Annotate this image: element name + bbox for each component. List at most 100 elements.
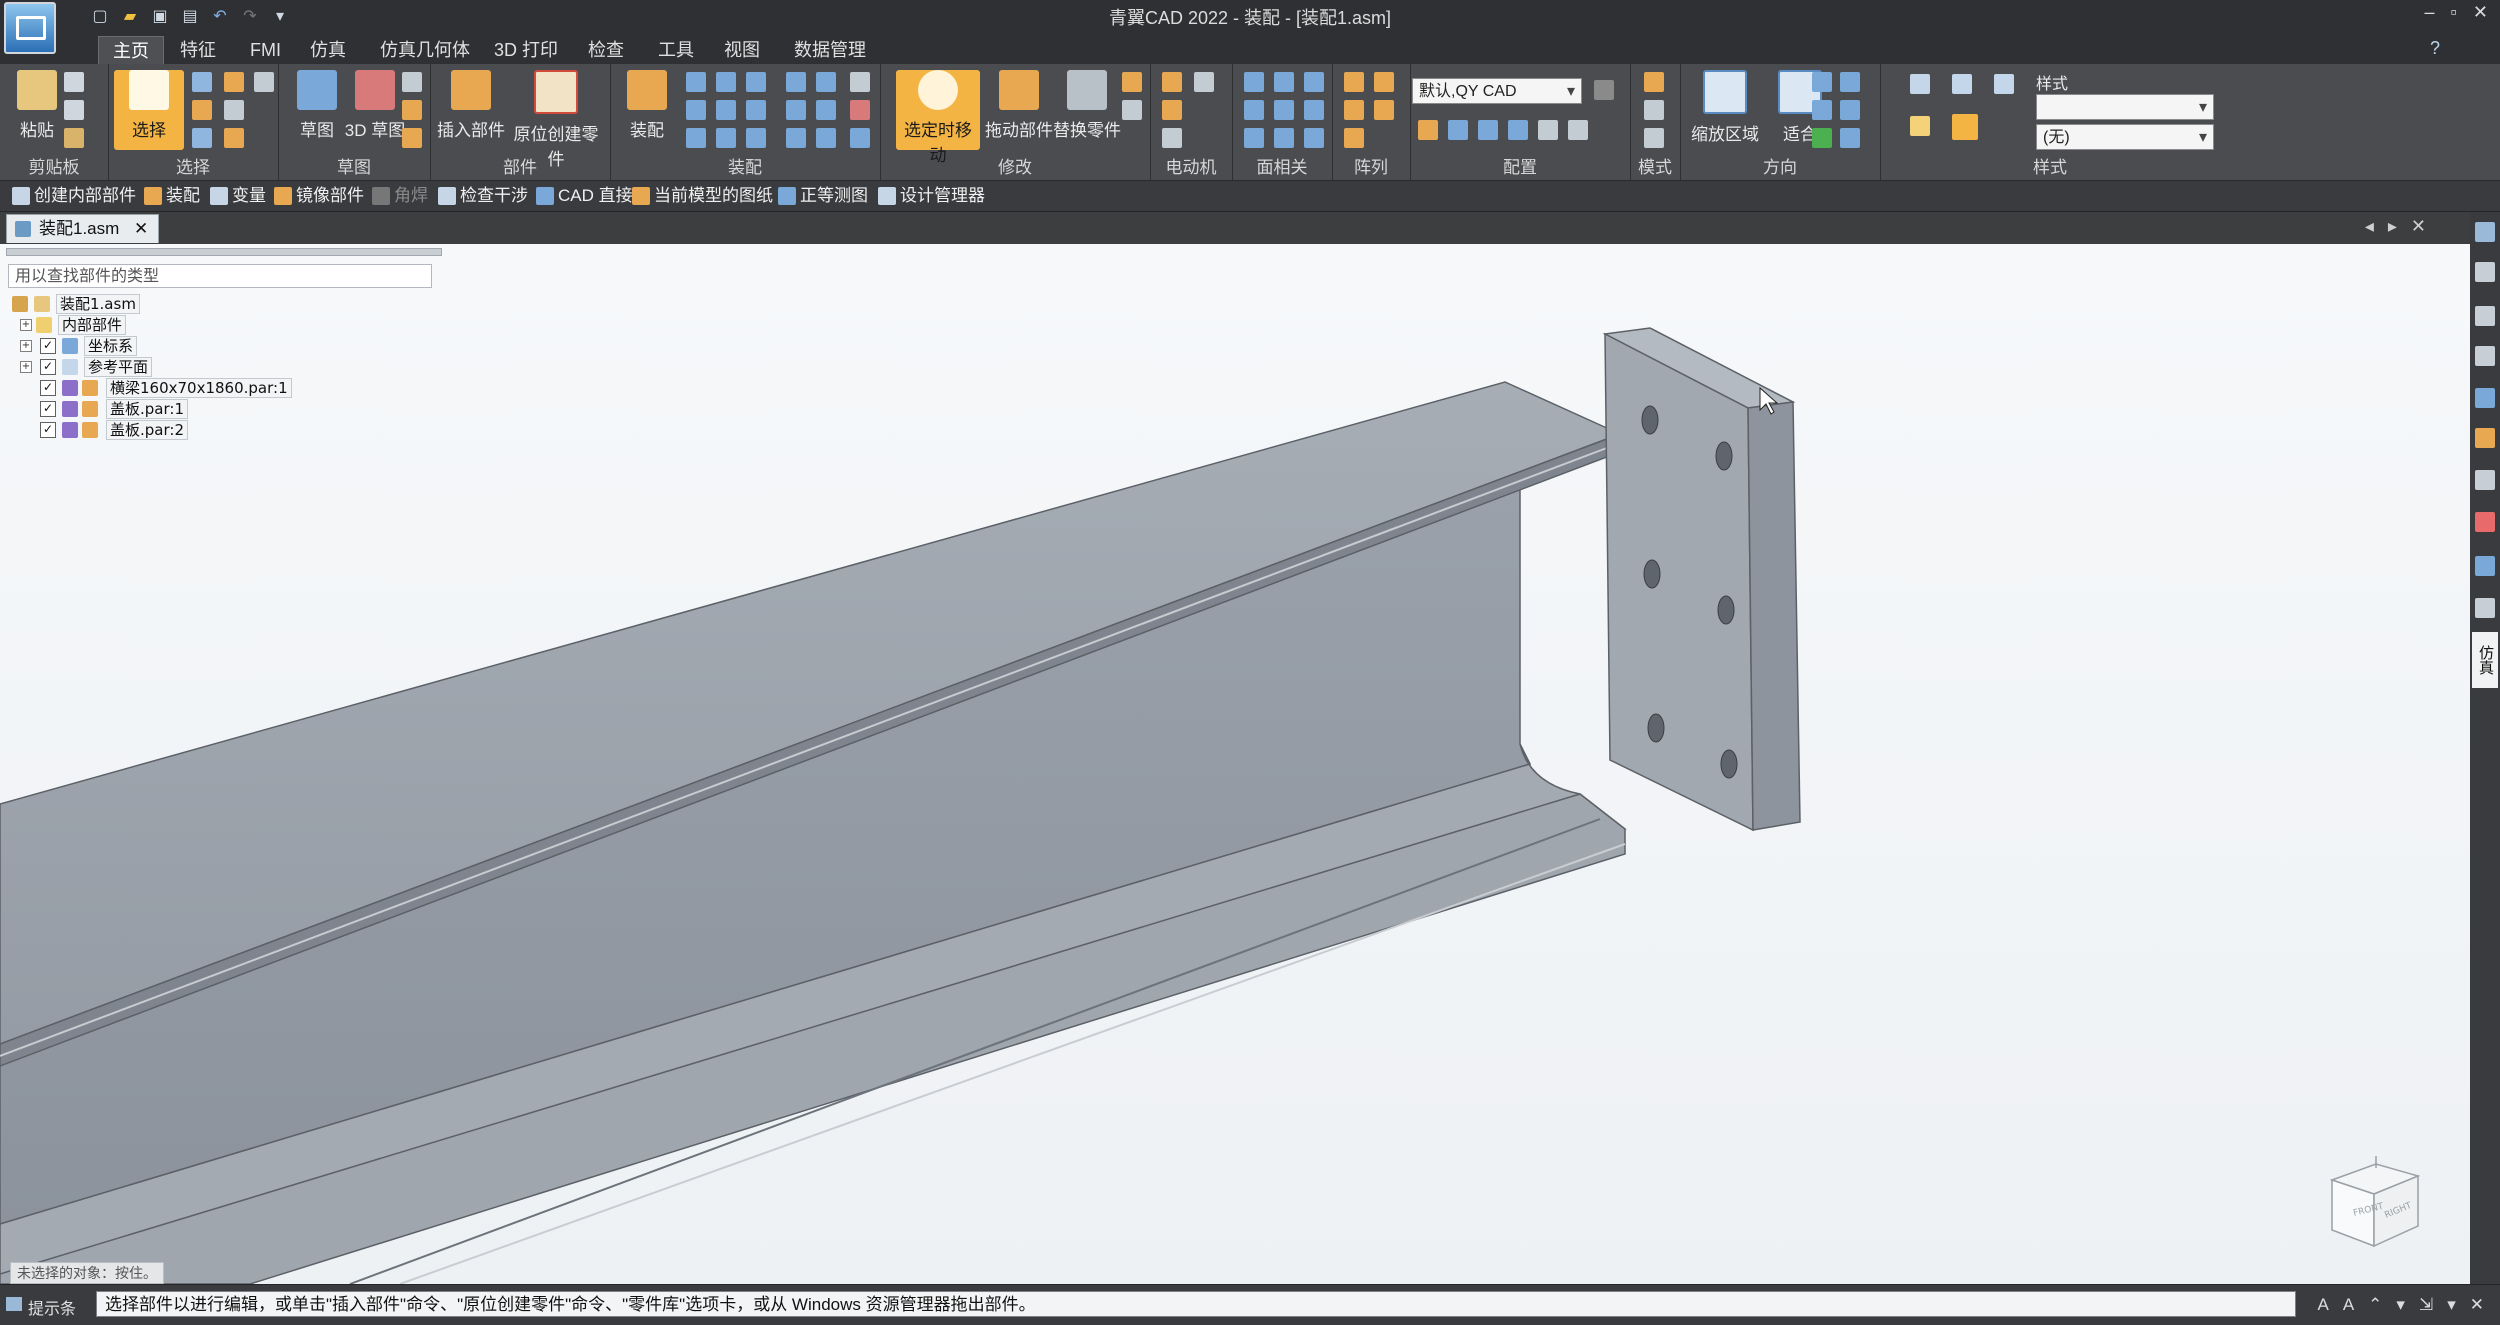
insert-icon[interactable] <box>746 72 766 92</box>
sensor-icon[interactable] <box>2475 346 2495 366</box>
cut-icon[interactable] <box>64 72 84 92</box>
help-icon[interactable]: ? <box>2430 38 2440 59</box>
select-button[interactable]: 选择 <box>114 70 184 150</box>
zoom-select-icon[interactable] <box>254 72 274 92</box>
cmd-mirror-parts[interactable]: 镜像部件 <box>272 185 364 207</box>
view-previous-icon[interactable] <box>1840 128 1860 148</box>
face-style-combo[interactable]: (无) <box>2036 124 2214 151</box>
cmd-assembly[interactable]: 装配 <box>142 185 200 207</box>
tab-fmi[interactable]: FMI <box>236 36 295 64</box>
cmd-design-manager[interactable]: 设计管理器 <box>876 185 985 207</box>
select-filter-icon[interactable] <box>192 100 212 120</box>
tab-data-management[interactable]: 数据管理 <box>780 36 880 64</box>
image-icon[interactable] <box>2475 428 2495 448</box>
view-trimetric-icon[interactable] <box>1994 74 2014 94</box>
relation-grid-icon[interactable] <box>850 72 870 92</box>
face-offset-icon[interactable] <box>1304 72 1324 92</box>
sketch-edit-icon[interactable] <box>402 128 422 148</box>
tab-simulation[interactable]: 仿真 <box>296 36 360 64</box>
align-icon[interactable] <box>716 72 736 92</box>
move-selected-button[interactable]: 选定时移动 <box>896 70 980 165</box>
dock-icon[interactable]: ⇲ <box>2419 1295 2433 1315</box>
view-dimetric-icon[interactable] <box>1952 74 1972 94</box>
style-combo[interactable] <box>2036 94 2214 121</box>
cmd-create-internal[interactable]: 创建内部部件 <box>10 185 136 207</box>
pathfinder-drag-handle[interactable] <box>6 248 442 256</box>
cmd-model-drawing[interactable]: 当前模型的图纸 <box>630 185 773 207</box>
cmd-variables[interactable]: 变量 <box>208 185 266 207</box>
pan-icon[interactable] <box>1840 72 1860 92</box>
insert-part-button[interactable]: 插入部件 <box>436 70 506 150</box>
angle-icon[interactable] <box>816 72 836 92</box>
tab-tools[interactable]: 工具 <box>644 36 708 64</box>
zoom-area-button[interactable]: 缩放区域 <box>1684 70 1766 150</box>
planar-align-icon[interactable] <box>686 100 706 120</box>
config-hide-icon[interactable] <box>1448 120 1468 140</box>
tree-item[interactable]: + ✓ 坐标系 <box>12 336 412 356</box>
visibility-checkbox[interactable]: ✓ <box>40 338 56 354</box>
mode-edit-icon[interactable] <box>1644 100 1664 120</box>
connect-icon[interactable] <box>786 72 806 92</box>
tab-view[interactable]: 视图 <box>710 36 774 64</box>
font-increase-icon[interactable]: A <box>2317 1295 2328 1315</box>
face-replace-icon[interactable] <box>1304 128 1324 148</box>
view-iso-icon[interactable] <box>1910 74 1930 94</box>
create-in-place-button[interactable]: 原位创建零件 <box>506 70 606 169</box>
motor-icon[interactable] <box>1162 72 1182 92</box>
sketch-link-icon[interactable] <box>402 100 422 120</box>
axial-align-icon[interactable] <box>716 100 736 120</box>
mode-sketch-icon[interactable] <box>1644 128 1664 148</box>
expand-icon[interactable]: ▾ <box>2396 1295 2405 1315</box>
view-cube[interactable]: FRONT RIGHT <box>2324 1152 2424 1252</box>
config-display-icon[interactable] <box>1508 120 1528 140</box>
config-activate-icon[interactable] <box>1478 120 1498 140</box>
close-prompt-icon[interactable]: ✕ <box>2470 1295 2484 1315</box>
face-rotate-icon[interactable] <box>1274 72 1294 92</box>
layers-icon[interactable] <box>2475 262 2495 282</box>
cam-icon[interactable] <box>786 100 806 120</box>
zoom-icon[interactable] <box>1812 72 1832 92</box>
select-all-icon[interactable] <box>224 128 244 148</box>
match-cs-icon[interactable] <box>850 100 870 120</box>
config-show-icon[interactable] <box>1418 120 1438 140</box>
path-icon[interactable] <box>786 128 806 148</box>
face-move-icon[interactable] <box>1244 72 1264 92</box>
visibility-checkbox[interactable]: ✓ <box>40 401 56 417</box>
motor-settings-icon[interactable] <box>1194 72 1214 92</box>
capture-fit-icon[interactable] <box>850 128 870 148</box>
tree-item[interactable]: ✓ 盖板.par:2 <box>12 420 412 440</box>
select-parts-icon[interactable] <box>224 72 244 92</box>
select-tool-icon[interactable] <box>192 72 212 92</box>
duplicate-icon[interactable] <box>1374 100 1394 120</box>
config-explode-icon[interactable] <box>1568 120 1588 140</box>
center-plane-icon[interactable] <box>716 128 736 148</box>
view-named-icon[interactable] <box>1812 128 1832 148</box>
drag-part-button[interactable]: 拖动部件 <box>984 70 1054 150</box>
visibility-checkbox[interactable]: ✓ <box>40 422 56 438</box>
visibility-checkbox[interactable]: ✓ <box>40 359 56 375</box>
face-thicken-icon[interactable] <box>1304 100 1324 120</box>
prev-doc-icon[interactable]: ◂ <box>2365 216 2374 237</box>
minimize-button[interactable]: – <box>2425 2 2435 23</box>
maximize-button[interactable]: ▫ <box>2451 2 2457 23</box>
tab-features[interactable]: 特征 <box>166 36 230 64</box>
rotate-icon[interactable] <box>1812 100 1832 120</box>
sketch-3d-button[interactable]: 3D 草图 <box>340 70 410 150</box>
close-doc-icon[interactable]: ✕ <box>2411 216 2426 237</box>
tree-item[interactable]: + ✓ 参考平面 <box>12 357 412 377</box>
tab-sim-geometry[interactable]: 仿真几何体 <box>366 36 484 64</box>
close-button[interactable]: ✕ <box>2473 2 2488 23</box>
face-align-icon[interactable] <box>1244 128 1264 148</box>
tab-inspect[interactable]: 检查 <box>574 36 638 64</box>
next-doc-icon[interactable]: ▸ <box>2388 216 2397 237</box>
face-resize-icon[interactable] <box>1244 100 1264 120</box>
face-delete-icon[interactable] <box>1274 100 1294 120</box>
mode-icon[interactable] <box>1644 72 1664 92</box>
assemble-button[interactable]: 装配 <box>612 70 682 150</box>
feature-library-icon[interactable] <box>2475 388 2495 408</box>
pattern-along-icon[interactable] <box>1344 128 1364 148</box>
spin-icon[interactable] <box>1840 100 1860 120</box>
cmd-fillet-weld[interactable]: 角焊 <box>370 185 428 207</box>
tree-item[interactable]: ✓ 横梁160x70x1860.par:1 <box>12 378 412 398</box>
motor-list-icon[interactable] <box>1162 128 1182 148</box>
